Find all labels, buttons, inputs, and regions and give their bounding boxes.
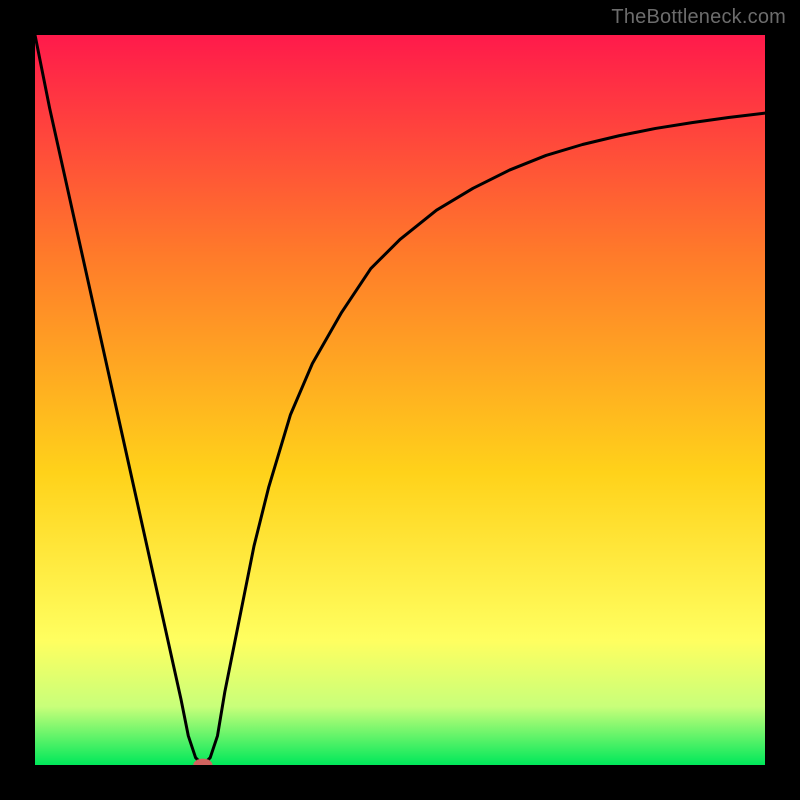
- chart-svg: [35, 35, 765, 765]
- chart-container: TheBottleneck.com: [0, 0, 800, 800]
- plot-area: [35, 35, 765, 765]
- attribution-text: TheBottleneck.com: [611, 6, 786, 29]
- gradient-background: [35, 35, 765, 765]
